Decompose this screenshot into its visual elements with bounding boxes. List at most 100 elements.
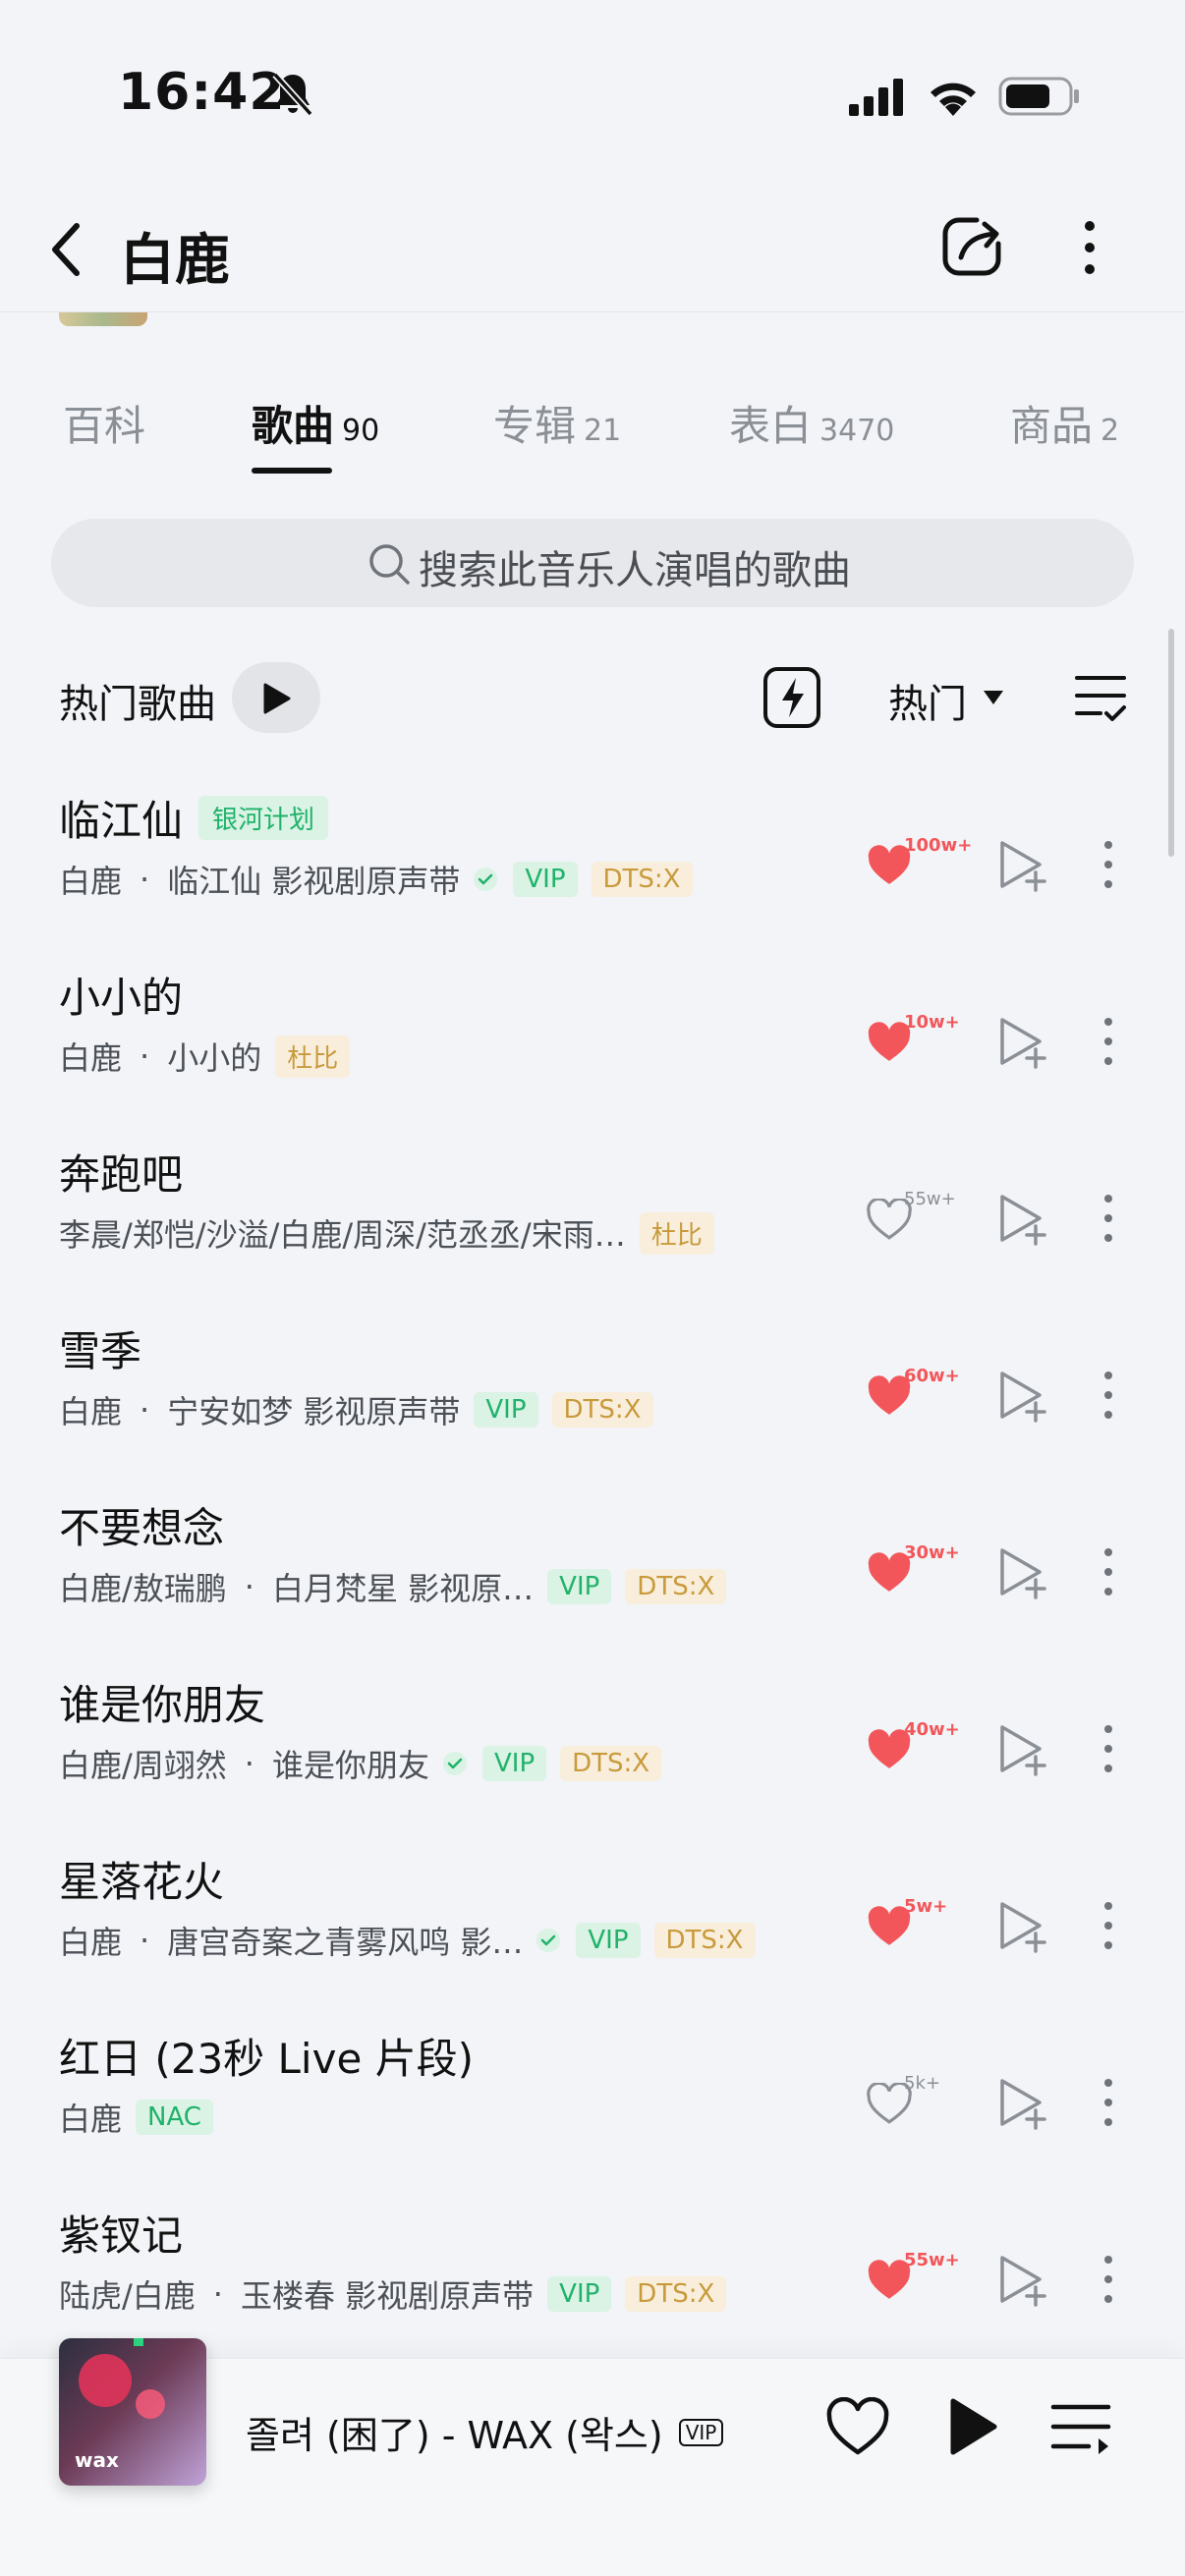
- song-title-line: 雪季: [59, 1318, 141, 1378]
- separator-dot: ·: [244, 1745, 254, 1782]
- song-title: 谁是你朋友: [59, 1681, 266, 1729]
- song-row[interactable]: 雪季 白鹿 · 宁安如梦 影视原声带 VIP DTS:X 60w+: [0, 1307, 1185, 1484]
- song-artist: 陆虎/白鹿: [59, 2277, 196, 2315]
- more-icon[interactable]: [1095, 2075, 1122, 2130]
- song-album: 谁是你朋友: [271, 1747, 429, 1784]
- song-row[interactable]: 星落花火 白鹿 · 唐宫奇案之青雾风鸣 影… VIP DTS:X 5w+: [0, 1837, 1185, 2014]
- now-playing-cover[interactable]: wax: [59, 2338, 206, 2486]
- tab-songs[interactable]: 歌曲 90: [252, 393, 379, 453]
- song-title-line: 紫钗记: [59, 2203, 183, 2263]
- like-button[interactable]: 55w+: [863, 2238, 961, 2317]
- dts-badge: DTS:X: [551, 1392, 653, 1428]
- more-icon[interactable]: [1075, 216, 1104, 279]
- song-album: 白月梵星 影视原…: [271, 1570, 535, 1607]
- song-artist: 白鹿/周翊然: [59, 1747, 227, 1784]
- song-album: 小小的: [167, 1039, 262, 1077]
- like-button[interactable]: 5w+: [863, 1884, 961, 1963]
- add-to-playlist-icon[interactable]: [992, 1366, 1051, 1425]
- song-row[interactable]: 不要想念 白鹿/敖瑞鹏 · 白月梵星 影视原… VIP DTS:X 30w+: [0, 1484, 1185, 1660]
- tab-products[interactable]: 商品 2: [1010, 393, 1119, 453]
- song-title: 小小的: [59, 974, 184, 1022]
- add-to-playlist-icon[interactable]: [992, 1896, 1051, 1955]
- like-count: 40w+: [904, 1719, 960, 1740]
- song-row[interactable]: 小小的 白鹿 · 小小的 杜比 10w+: [0, 953, 1185, 1130]
- song-meta: 白鹿/周翊然 · 谁是你朋友 VIP DTS:X: [59, 1741, 662, 1786]
- song-meta: 白鹿 · 临江仙 影视剧原声带 VIP DTS:X: [59, 857, 693, 902]
- more-icon[interactable]: [1095, 2252, 1122, 2307]
- like-button[interactable]: 5k+: [863, 2061, 961, 2140]
- status-time: 16:42: [118, 63, 286, 122]
- lightning-icon[interactable]: [762, 666, 821, 729]
- back-icon[interactable]: [43, 220, 92, 279]
- verified-check-icon: [474, 868, 498, 891]
- more-icon[interactable]: [1095, 1544, 1122, 1599]
- like-button[interactable]: 10w+: [863, 1000, 961, 1079]
- add-to-playlist-icon[interactable]: [992, 2073, 1051, 2132]
- more-icon[interactable]: [1095, 1898, 1122, 1953]
- separator-dot: ·: [212, 2275, 223, 2313]
- dts-badge: DTS:X: [560, 1746, 662, 1781]
- song-meta: 李晨/郑恺/沙溢/白鹿/周深/范丞丞/宋雨… 杜比: [59, 1210, 714, 1256]
- like-button[interactable]: 55w+: [863, 1177, 961, 1256]
- list-manage-icon[interactable]: [1073, 670, 1128, 725]
- song-artist: 白鹿: [59, 1393, 123, 1430]
- like-button[interactable]: 60w+: [863, 1354, 961, 1432]
- cover-label: wax: [75, 2448, 119, 2472]
- more-icon[interactable]: [1095, 1721, 1122, 1776]
- song-row[interactable]: 红日 (23秒 Live 片段) 白鹿 NAC 5k+: [0, 2014, 1185, 2191]
- tab-confessions[interactable]: 表白 3470: [729, 393, 894, 453]
- play-all-button[interactable]: [232, 662, 320, 733]
- add-to-playlist-icon[interactable]: [992, 2250, 1051, 2309]
- song-search-input[interactable]: 搜索此音乐人演唱的歌曲: [51, 519, 1134, 607]
- song-row[interactable]: 谁是你朋友 白鹿/周翊然 · 谁是你朋友 VIP DTS:X 40w+: [0, 1660, 1185, 1837]
- more-icon[interactable]: [1095, 1191, 1122, 1246]
- like-button[interactable]: 100w+: [863, 823, 972, 902]
- sort-dropdown[interactable]: 热门: [888, 672, 967, 729]
- more-icon[interactable]: [1095, 1014, 1122, 1069]
- search-placeholder: 搜索此音乐人演唱的歌曲: [419, 548, 851, 593]
- more-icon[interactable]: [1095, 837, 1122, 892]
- playlist-icon[interactable]: [1049, 2401, 1112, 2456]
- like-count: 10w+: [904, 1012, 960, 1033]
- add-to-playlist-icon[interactable]: [992, 1719, 1051, 1778]
- add-to-playlist-icon[interactable]: [992, 835, 1051, 894]
- like-count: 100w+: [904, 835, 973, 856]
- song-meta: 白鹿 · 小小的 杜比: [59, 1034, 351, 1079]
- battery-icon: [998, 77, 1079, 116]
- song-row[interactable]: 临江仙 银河计划 白鹿 · 临江仙 影视剧原声带 VIP DTS:X 100w+: [0, 776, 1185, 953]
- song-list: 临江仙 银河计划 白鹿 · 临江仙 影视剧原声带 VIP DTS:X 100w+ 小小…: [0, 776, 1185, 2368]
- tab-albums[interactable]: 专辑 21: [493, 393, 621, 453]
- bell-off-icon: [272, 72, 313, 117]
- song-title-line: 红日 (23秒 Live 片段): [59, 2026, 474, 2086]
- song-title-line: 小小的: [59, 965, 183, 1025]
- like-button[interactable]: 40w+: [863, 1708, 961, 1786]
- vip-badge: VIP: [481, 1746, 547, 1781]
- like-button[interactable]: 30w+: [863, 1531, 961, 1609]
- song-title: 红日 (23秒 Live 片段): [59, 2035, 475, 2083]
- play-icon: [263, 683, 291, 714]
- song-artist: 白鹿: [59, 863, 123, 900]
- song-title-line: 临江仙 银河计划: [59, 788, 329, 848]
- like-count: 30w+: [904, 1542, 960, 1563]
- heart-icon[interactable]: [825, 2397, 890, 2456]
- more-icon[interactable]: [1095, 1368, 1122, 1423]
- like-count: 5k+: [904, 2073, 940, 2094]
- active-tab-indicator: [252, 468, 332, 474]
- now-playing-title[interactable]: 졸려 (困了) - WAX (왁스) VIP: [246, 2405, 724, 2459]
- like-count: 55w+: [904, 2250, 960, 2270]
- song-row[interactable]: 奔跑吧 李晨/郑恺/沙溢/白鹿/周深/范丞丞/宋雨… 杜比 55w+: [0, 1130, 1185, 1307]
- add-to-playlist-icon[interactable]: [992, 1012, 1051, 1071]
- dts-badge: DTS:X: [591, 862, 693, 897]
- song-title: 临江仙: [59, 797, 184, 845]
- tab-encyclopedia[interactable]: 百科: [63, 393, 153, 453]
- song-title-line: 奔跑吧: [59, 1142, 183, 1202]
- caret-down-icon: [984, 691, 1003, 704]
- song-album: 临江仙 影视剧原声带: [167, 863, 461, 900]
- separator-dot: ·: [140, 1037, 150, 1075]
- signal-icon: [849, 79, 903, 116]
- share-icon[interactable]: [937, 212, 1006, 281]
- separator-dot: ·: [140, 1391, 150, 1428]
- play-icon[interactable]: [945, 2395, 1000, 2458]
- add-to-playlist-icon[interactable]: [992, 1189, 1051, 1248]
- add-to-playlist-icon[interactable]: [992, 1542, 1051, 1601]
